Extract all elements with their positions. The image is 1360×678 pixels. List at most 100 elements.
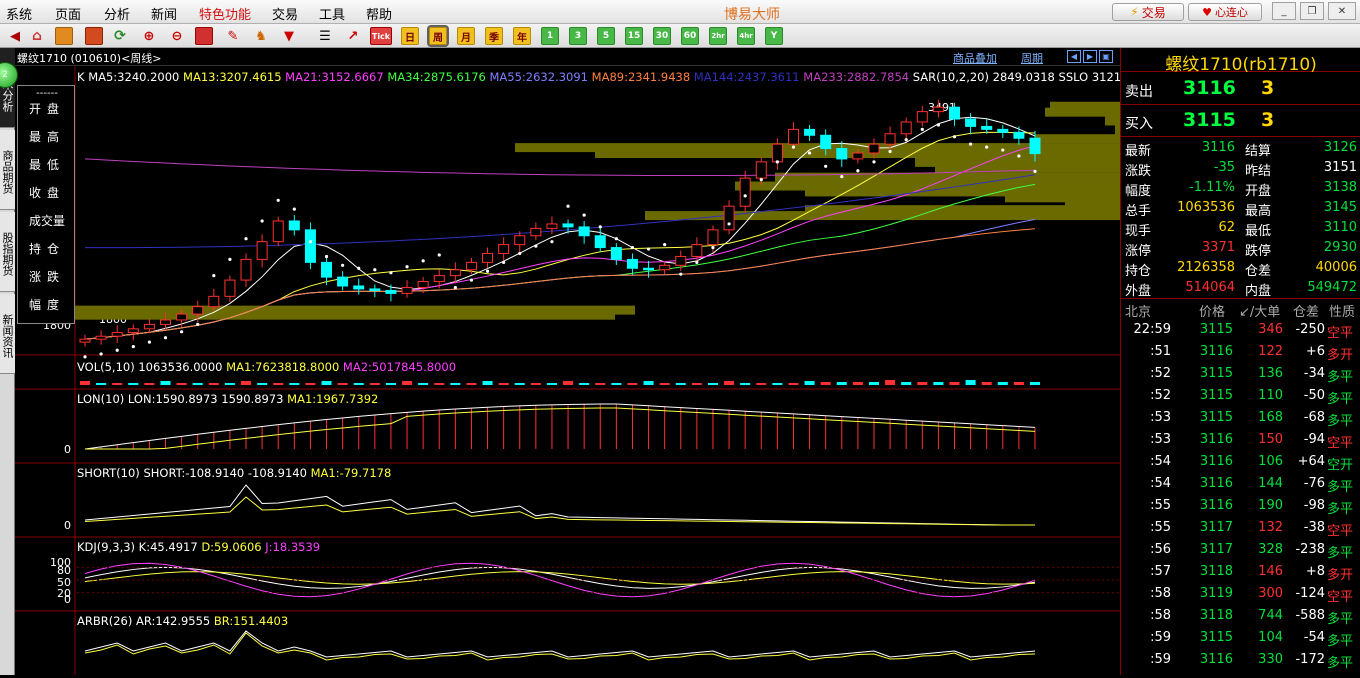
bid-row[interactable]: 买入 3115 3: [1121, 105, 1360, 137]
side-tab-news[interactable]: 新闻资讯: [0, 294, 15, 374]
menu-trade[interactable]: 交易: [272, 4, 298, 23]
tick-row[interactable]: :54 3116 106 +64 空开: [1121, 451, 1360, 473]
volume-bar: [579, 383, 590, 385]
zoom-out-icon[interactable]: ⊖: [168, 27, 186, 45]
side-tab-technical-analysis[interactable]: 技术分析: [0, 48, 15, 128]
period-4hr-button[interactable]: 4hr: [737, 27, 755, 45]
period-quarter-button[interactable]: 季: [485, 27, 503, 45]
menu-news[interactable]: 新闻: [151, 4, 177, 23]
menu-help[interactable]: 帮助: [366, 4, 392, 23]
menu-page[interactable]: 页面: [55, 4, 81, 23]
minimize-button[interactable]: _: [1272, 2, 1296, 20]
period-2hr-button[interactable]: 2hr: [709, 27, 727, 45]
chart-canvas[interactable]: K MA5:3240.2000 MA13:3207.4615 MA21:3152…: [15, 66, 1132, 675]
period-15min-button[interactable]: 15: [625, 27, 643, 45]
stat-label: 外盘: [1125, 284, 1152, 299]
bell-icon[interactable]: ♞: [252, 27, 270, 45]
menu-system[interactable]: 系统: [6, 4, 32, 23]
scroll-left-button[interactable]: ◀: [1067, 50, 1081, 63]
tick-nature: 多平: [1327, 480, 1354, 495]
tick-row[interactable]: :58 3118 744 -588 多平: [1121, 605, 1360, 627]
quote-stat-row: 涨跌 -35 昨结 3151: [1121, 158, 1360, 179]
tick-row[interactable]: :54 3116 144 -76 多平: [1121, 473, 1360, 495]
draw-pen-icon[interactable]: ✎: [224, 27, 242, 45]
tick-row[interactable]: :58 3119 300 -124 空平: [1121, 583, 1360, 605]
trade-button[interactable]: ⚡ 交易: [1112, 3, 1184, 21]
tick-row[interactable]: :55 3117 132 -38 空平: [1121, 517, 1360, 539]
trend-chart-icon[interactable]: ↗: [344, 27, 362, 45]
period-month-button[interactable]: 月: [457, 27, 475, 45]
candle-body: [482, 252, 494, 263]
tick-nature: 空平: [1327, 326, 1354, 341]
tick-price: 3116: [1199, 652, 1233, 667]
tick-row[interactable]: :51 3116 122 +6 多开: [1121, 341, 1360, 363]
period-day-button[interactable]: 日: [401, 27, 419, 45]
tick-time: :51: [1150, 344, 1171, 359]
ma-legend-item: MA89:2341.9438: [588, 70, 690, 84]
tick-row[interactable]: :52 3115 110 -50 多平: [1121, 385, 1360, 407]
short-line: [84, 484, 1035, 526]
stat-label: 涨跌: [1125, 164, 1152, 179]
period-60min-button[interactable]: 60: [681, 27, 699, 45]
tick-volume: 300: [1258, 586, 1283, 601]
tick-row[interactable]: :59 3115 104 -54 多平: [1121, 627, 1360, 649]
sar-dot: [1017, 154, 1021, 158]
period-1min-button[interactable]: 1: [541, 27, 559, 45]
folder-icon[interactable]: [55, 27, 73, 45]
period-5min-button[interactable]: 5: [597, 27, 615, 45]
sar-dot: [485, 269, 490, 273]
side-tab-commodity-futures[interactable]: 商品期货: [0, 130, 15, 210]
zoom-in-icon[interactable]: ⊕: [140, 27, 158, 45]
candle-body: [997, 128, 1009, 133]
zoom-toggle-button[interactable]: ▣: [1099, 50, 1113, 63]
home-icon[interactable]: ⌂: [28, 27, 46, 45]
period-3min-button[interactable]: 3: [569, 27, 587, 45]
period-30min-button[interactable]: 30: [653, 27, 671, 45]
chart-area[interactable]: K MA5:3240.2000 MA13:3207.4615 MA21:3152…: [15, 66, 1132, 675]
tick-row[interactable]: :55 3116 190 -98 多平: [1121, 495, 1360, 517]
menu-special-features[interactable]: 特色功能: [199, 4, 251, 23]
side-tab-index-futures[interactable]: 股指期货: [0, 212, 15, 292]
kdj-legend-item: D:59.0606: [198, 540, 262, 554]
tick-row[interactable]: :53 3116 150 -94 空平: [1121, 429, 1360, 451]
tick-price: 3116: [1199, 476, 1233, 491]
tick-row[interactable]: :53 3115 168 -68 多平: [1121, 407, 1360, 429]
volume-bar: [530, 383, 541, 385]
close-button[interactable]: ✕: [1328, 2, 1356, 20]
candle-body: [691, 244, 703, 257]
side-tabs: 技术分析 商品期货 股指期货 新闻资讯 2: [0, 48, 18, 675]
tick-row[interactable]: 22:59 3115 346 -250 空平: [1121, 319, 1360, 341]
scroll-right-button[interactable]: ▶: [1083, 50, 1097, 63]
tick-oi-change: -124: [1295, 586, 1325, 601]
volume-bar: [80, 381, 90, 385]
stat-label: 开盘: [1245, 184, 1272, 199]
back-icon[interactable]: ◀: [6, 27, 24, 45]
filter-icon[interactable]: ▼: [280, 27, 298, 45]
sar-dot: [163, 336, 168, 340]
list-icon[interactable]: ☰: [316, 27, 334, 45]
ask-row[interactable]: 卖出 3116 3: [1121, 73, 1360, 105]
tick-row[interactable]: :57 3118 146 +8 多开: [1121, 561, 1360, 583]
tick-row[interactable]: :52 3115 136 -34 多平: [1121, 363, 1360, 385]
tick-row[interactable]: :56 3117 328 -238 多平: [1121, 539, 1360, 561]
period-year-button[interactable]: 年: [513, 27, 531, 45]
window-icon[interactable]: [195, 27, 213, 45]
report-icon[interactable]: [85, 27, 103, 45]
tick-button[interactable]: Tick: [370, 27, 392, 45]
menu-analysis[interactable]: 分析: [104, 4, 130, 23]
menu-tools[interactable]: 工具: [319, 4, 345, 23]
heart-connect-button[interactable]: ♥ 心连心: [1188, 3, 1262, 21]
period-link[interactable]: 周期: [1021, 50, 1043, 66]
sar-dot: [791, 145, 796, 149]
maximize-button[interactable]: ❐: [1300, 2, 1324, 20]
overlay-commodity-link[interactable]: 商品叠加: [953, 50, 997, 66]
short-zero-label: 0: [64, 519, 71, 532]
sar-dot: [389, 271, 393, 275]
period-week-button[interactable]: 周: [427, 25, 449, 47]
candle-body: [1029, 137, 1041, 155]
tick-row[interactable]: :59 3116 330 -172 多平: [1121, 649, 1360, 671]
arbr-legend-item: BR:151.4403: [210, 614, 288, 628]
refresh-icon[interactable]: ⟳: [111, 27, 129, 45]
period-custom-button[interactable]: Y: [765, 27, 783, 45]
ohlc-high-label: 最高: [28, 130, 65, 144]
